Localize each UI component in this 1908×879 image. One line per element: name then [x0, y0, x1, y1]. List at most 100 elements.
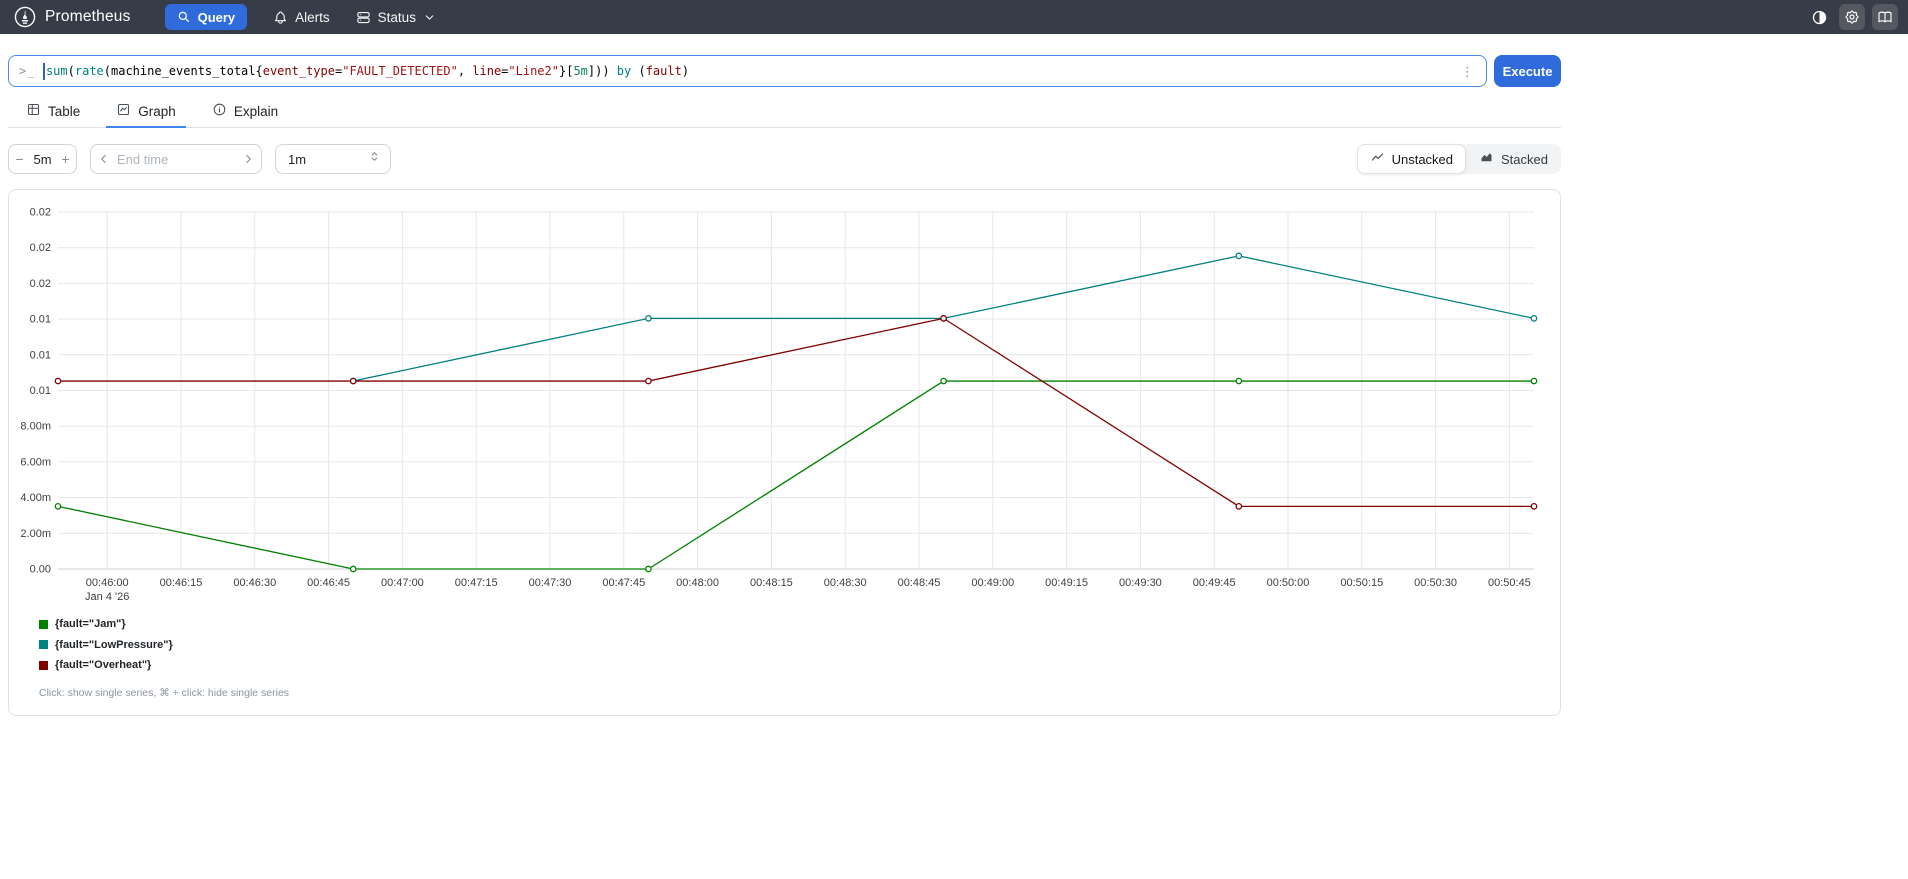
x-tick-label: 00:50:15	[1340, 577, 1383, 589]
line-chart-canvas[interactable]: 0.00 2.00m 4.00m 6.00m 8.00m 0.01 0.01 0.01 0.02…	[9, 190, 1560, 602]
unstacked-label: Unstacked	[1391, 151, 1454, 167]
x-tick-label: 00:47:30	[529, 577, 572, 589]
legend-label: {fault="Overheat"}	[55, 659, 152, 672]
x-tick-label: 00:46:30	[233, 577, 276, 589]
x-tick-label: 00:48:15	[750, 577, 793, 589]
brand: Prometheus	[10, 6, 131, 28]
legend-swatch	[39, 619, 48, 629]
y-tick-label: 8.00m	[20, 421, 51, 433]
nav-status-menu[interactable]: Status	[356, 10, 436, 25]
legend-label: {fault="LowPressure"}	[55, 638, 173, 651]
text-cursor	[43, 62, 45, 80]
x-tick-label: 00:46:00	[86, 577, 129, 589]
legend-swatch	[39, 660, 48, 670]
theme-toggle-button[interactable]	[1806, 4, 1832, 30]
range-decrease-button[interactable]: −	[9, 151, 30, 167]
series-point	[1235, 252, 1243, 260]
legend-hint: Click: show single series, ⌘ + click: hi…	[39, 686, 290, 699]
line-chart-icon	[1370, 150, 1385, 168]
x-tick-label: 00:47:15	[455, 577, 498, 589]
x-tick-label: 00:46:15	[160, 577, 203, 589]
nav-status-label: Status	[377, 9, 416, 25]
x-tick-label: 00:49:45	[1193, 577, 1236, 589]
chart-legend: {fault="Jam"} {fault="LowPressure"} {fault…	[39, 614, 1560, 676]
tab-table[interactable]: Table	[16, 98, 90, 128]
series-point	[54, 502, 62, 510]
chevron-left-icon[interactable]	[91, 152, 117, 166]
nav-alerts-label: Alerts	[295, 9, 330, 25]
series-line	[57, 380, 1534, 570]
terminal-prompt-icon: >_	[19, 64, 36, 78]
x-tick-label: 00:47:45	[602, 577, 645, 589]
graph-controls: − 5m + 1m	[8, 144, 1561, 174]
legend-item[interactable]: {fault="LowPressure"}	[39, 635, 1560, 656]
nav-alerts[interactable]: Alerts	[273, 10, 330, 25]
expression-input[interactable]: >_ sum(rate(machine_events_total{event_t…	[8, 55, 1487, 87]
panel-tabs: Table Graph Explain	[8, 98, 1561, 128]
legend-label: {fault="Jam"}	[55, 618, 126, 631]
selector-up-down-icon	[367, 149, 382, 169]
contrast-icon	[1811, 9, 1828, 26]
x-tick-label: 00:50:00	[1267, 577, 1310, 589]
chevron-right-icon[interactable]	[235, 152, 261, 166]
range-increase-button[interactable]: +	[55, 151, 76, 167]
book-icon	[1877, 9, 1893, 25]
series-point	[1235, 502, 1243, 510]
end-time-input[interactable]	[117, 151, 235, 167]
nav-query-button[interactable]: Query	[164, 4, 248, 30]
legend-item[interactable]: {fault="Overheat"}	[39, 655, 1560, 676]
series-point	[1530, 502, 1538, 510]
app-title: Prometheus	[45, 8, 131, 25]
docs-button[interactable]	[1872, 4, 1898, 30]
resolution-select[interactable]: 1m	[275, 144, 391, 174]
expression-menu-icon[interactable]: ⋮	[1459, 65, 1476, 78]
series-line	[58, 317, 1534, 507]
series-point	[645, 565, 652, 573]
prometheus-logo-icon	[14, 6, 36, 28]
tab-explain[interactable]: Explain	[202, 98, 288, 128]
series-point	[940, 377, 947, 385]
execute-button[interactable]: Execute	[1494, 55, 1561, 87]
y-tick-label: 0.00	[30, 564, 51, 576]
resolution-value: 1m	[288, 151, 307, 167]
x-tick-label: 00:49:30	[1119, 577, 1162, 589]
stacking-toggle: Unstacked Stacked	[1356, 144, 1561, 174]
y-tick-label: 0.02	[30, 207, 51, 219]
legend-item[interactable]: {fault="Jam"}	[39, 614, 1560, 635]
gear-icon	[1844, 9, 1860, 25]
search-icon	[177, 10, 191, 24]
stacked-button[interactable]: Stacked	[1466, 144, 1561, 174]
series-point	[349, 565, 357, 573]
y-tick-label: 0.01	[30, 314, 51, 326]
bell-icon	[273, 10, 288, 25]
navbar-actions	[1806, 4, 1898, 30]
unstacked-button[interactable]: Unstacked	[1356, 144, 1467, 174]
y-tick-label: 6.00m	[20, 456, 51, 468]
chevron-down-icon	[423, 11, 436, 24]
tab-explain-label: Explain	[233, 103, 279, 119]
promql-expression[interactable]: sum(rate(machine_events_total{event_type…	[46, 64, 1451, 78]
top-navbar: Prometheus Query Alerts Status	[0, 0, 1908, 34]
area-chart-icon	[1479, 150, 1494, 168]
series-point	[1530, 315, 1538, 322]
x-tick-label: 00:50:30	[1414, 577, 1457, 589]
tab-graph[interactable]: Graph	[106, 98, 186, 128]
y-tick-label: 0.02	[30, 278, 51, 290]
range-input: − 5m +	[8, 144, 77, 174]
series-point	[1235, 377, 1243, 385]
x-tick-label: 00:48:30	[824, 577, 867, 589]
x-tick-label: 00:48:00	[676, 577, 719, 589]
legend-swatch	[39, 640, 48, 650]
range-value[interactable]: 5m	[30, 152, 55, 167]
y-tick-label: 0.01	[30, 349, 51, 361]
y-tick-label: 4.00m	[20, 492, 51, 504]
x-tick-label: 00:46:45	[307, 577, 350, 589]
settings-button[interactable]	[1839, 4, 1865, 30]
x-tick-label: 00:48:45	[898, 577, 941, 589]
query-bar: >_ sum(rate(machine_events_total{event_t…	[8, 55, 1561, 87]
x-tick-label: 00:49:15	[1045, 577, 1088, 589]
x-tick-label: 00:50:45	[1488, 577, 1531, 589]
nav-query-label: Query	[197, 9, 236, 25]
tab-graph-label: Graph	[138, 103, 176, 119]
end-time-picker	[90, 144, 262, 174]
